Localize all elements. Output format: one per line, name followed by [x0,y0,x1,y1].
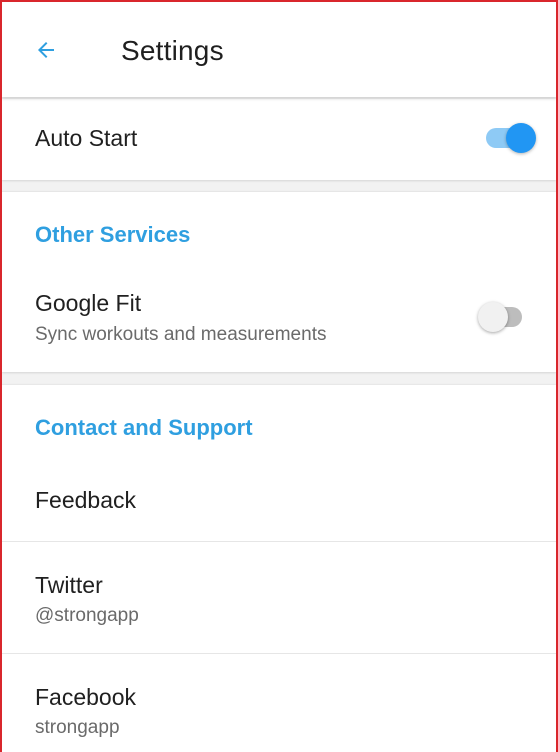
app-bar: Settings [2,2,556,97]
other-services-section: Other Services Google Fit Sync workouts … [2,192,556,372]
back-button[interactable] [26,30,66,70]
app-screen: Settings Auto Start Other Services Googl… [0,0,558,752]
twitter-row[interactable]: Twitter @strongapp [2,542,556,653]
facebook-subtitle: strongapp [35,717,120,738]
twitter-label: Twitter [35,572,103,598]
page-title: Settings [121,35,224,66]
google-fit-row[interactable]: Google Fit Sync workouts and measurement… [2,272,556,372]
google-fit-subtitle: Sync workouts and measurements [35,324,327,345]
facebook-label: Facebook [35,684,137,710]
facebook-row[interactable]: Facebook strongapp [2,654,556,752]
other-services-heading: Other Services [35,222,191,247]
auto-start-row[interactable]: Auto Start [2,99,556,180]
feedback-label: Feedback [35,487,137,513]
arrow-left-icon [38,42,54,58]
contact-support-heading: Contact and Support [35,415,253,440]
google-fit-label: Google Fit [35,290,142,316]
contact-support-section: Contact and Support Feedback Twitter @st… [2,385,556,752]
feedback-row[interactable]: Feedback [2,463,556,541]
auto-start-section: Auto Start [2,99,556,180]
twitter-subtitle: @strongapp [35,605,139,626]
auto-start-label: Auto Start [35,125,138,151]
